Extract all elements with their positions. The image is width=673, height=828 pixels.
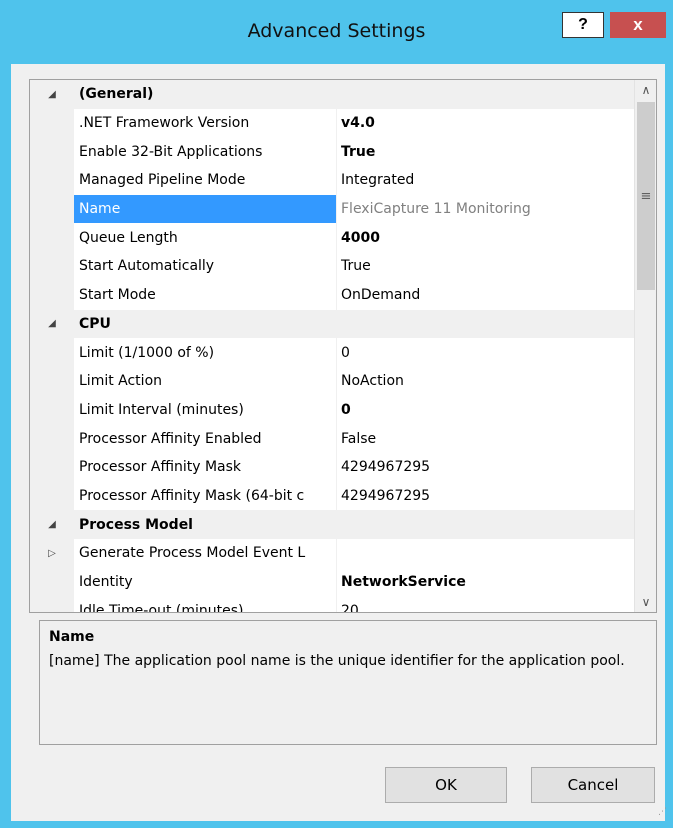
title-bar[interactable]: Advanced Settings ? x [0, 0, 673, 64]
property-value[interactable] [337, 539, 634, 568]
property-row[interactable]: .NET Framework Version v4.0 [30, 108, 634, 138]
row-gutter [30, 395, 74, 425]
property-value[interactable]: FlexiCapture 11 Monitoring [337, 195, 634, 224]
row-gutter [30, 194, 74, 224]
property-row[interactable]: Managed Pipeline Mode Integrated [30, 166, 634, 195]
property-value [337, 80, 634, 109]
row-gutter [30, 280, 74, 310]
property-value[interactable]: False [337, 424, 634, 453]
property-name: Start Mode [79, 287, 156, 304]
property-name: Processor Affinity Mask [79, 459, 242, 476]
property-name: .NET Framework Version [79, 115, 250, 132]
property-row[interactable]: Processor Affinity Enabled False [30, 424, 634, 453]
category-label: Process Model [79, 516, 193, 533]
row-gutter [30, 108, 74, 138]
property-value[interactable]: NoAction [337, 367, 634, 396]
property-value[interactable]: v4.0 [337, 109, 634, 138]
scrollbar-thumb[interactable]: ≡ [637, 102, 655, 290]
property-row[interactable]: Limit Action NoAction [30, 366, 634, 396]
row-gutter [30, 567, 74, 597]
collapse-arrow-icon[interactable]: ◢ [30, 309, 74, 339]
property-name: Queue Length [79, 229, 178, 246]
property-row[interactable]: Idle Time-out (minutes) 20 [30, 596, 634, 613]
description-panel: Name [name] The application pool name is… [39, 620, 657, 745]
property-name: Idle Time-out (minutes) [79, 602, 244, 613]
chevron-up-icon[interactable]: ∧ [635, 80, 656, 100]
property-name: Processor Affinity Mask (64-bit c [79, 487, 305, 504]
property-row[interactable]: Processor Affinity Mask 4294967295 [30, 452, 634, 482]
row-gutter [30, 223, 74, 253]
property-row[interactable]: ▷ Generate Process Model Event L [30, 539, 634, 568]
property-row[interactable]: Start Mode OnDemand [30, 280, 634, 310]
property-name: Start Automatically [79, 258, 215, 275]
row-gutter [30, 366, 74, 396]
property-row[interactable]: Limit (1/1000 of %) 0 [30, 338, 634, 367]
property-row[interactable]: Processor Affinity Mask (64-bit c 4294967… [30, 481, 634, 511]
help-button[interactable]: ? [562, 12, 604, 38]
advanced-settings-window: Advanced Settings ? x ◢ (General) .NET Fra… [0, 0, 673, 828]
row-gutter [30, 137, 74, 167]
close-button[interactable]: x [610, 12, 666, 38]
expand-arrow-icon[interactable]: ▷ [30, 539, 74, 568]
property-name: Name [74, 194, 336, 224]
vertical-scrollbar[interactable]: ∧ ≡ ∨ [634, 80, 656, 612]
property-value[interactable]: True [337, 252, 634, 281]
row-gutter [30, 166, 74, 195]
property-name: Limit (1/1000 of %) [79, 344, 215, 361]
property-grid-rows: ◢ (General) .NET Framework Version v4.0 Enab… [30, 80, 634, 613]
property-value [337, 310, 634, 339]
category-row[interactable]: ◢ Process Model [30, 510, 634, 539]
category-label: (General) [79, 86, 154, 103]
property-name: Enable 32-Bit Applications [79, 143, 263, 160]
property-value[interactable]: True [337, 137, 634, 166]
property-value[interactable]: NetworkService [337, 568, 634, 597]
category-label: CPU [79, 315, 111, 332]
property-value[interactable]: 4294967295 [337, 453, 634, 482]
description-title: Name [49, 629, 95, 645]
category-row[interactable]: ◢ (General) [30, 80, 634, 109]
row-gutter [30, 252, 74, 281]
property-value [337, 510, 634, 539]
chevron-down-icon[interactable]: ∨ [635, 592, 656, 612]
property-name: Generate Process Model Event L [79, 545, 306, 562]
property-value[interactable]: Integrated [337, 166, 634, 195]
property-row[interactable]: Identity NetworkService [30, 567, 634, 597]
property-name: Managed Pipeline Mode [79, 172, 246, 189]
property-row[interactable]: Start Automatically True [30, 252, 634, 281]
cancel-button[interactable]: Cancel [531, 767, 655, 803]
category-row[interactable]: ◢ CPU [30, 309, 634, 339]
property-value[interactable]: 20 [337, 596, 634, 612]
property-value[interactable]: 0 [337, 338, 634, 367]
row-gutter [30, 452, 74, 482]
row-gutter [30, 424, 74, 453]
ok-button[interactable]: OK [385, 767, 507, 803]
property-name: Limit Action [79, 373, 163, 390]
row-gutter [30, 338, 74, 367]
grip-lines-icon: ≡ [640, 188, 652, 204]
row-gutter [30, 481, 74, 511]
description-text: [name] The application pool name is the … [49, 653, 625, 669]
property-row[interactable]: Queue Length 4000 [30, 223, 634, 253]
collapse-arrow-icon[interactable]: ◢ [30, 510, 74, 539]
collapse-arrow-icon[interactable]: ◢ [30, 80, 74, 109]
property-name: Identity [79, 574, 133, 591]
property-name: Processor Affinity Enabled [79, 430, 262, 447]
property-name: Limit Interval (minutes) [79, 401, 244, 418]
property-grid: ◢ (General) .NET Framework Version v4.0 Enab… [29, 79, 657, 613]
property-value[interactable]: 0 [337, 396, 634, 425]
resize-grip-icon[interactable]: ⋰ [658, 808, 668, 818]
property-value[interactable]: 4000 [337, 223, 634, 252]
property-row[interactable]: Enable 32-Bit Applications True [30, 137, 634, 167]
row-gutter [30, 596, 74, 612]
property-row[interactable]: Name FlexiCapture 11 Monitoring [30, 194, 634, 224]
property-value[interactable]: 4294967295 [337, 482, 634, 511]
property-row[interactable]: Limit Interval (minutes) 0 [30, 395, 634, 425]
property-value[interactable]: OnDemand [337, 281, 634, 310]
